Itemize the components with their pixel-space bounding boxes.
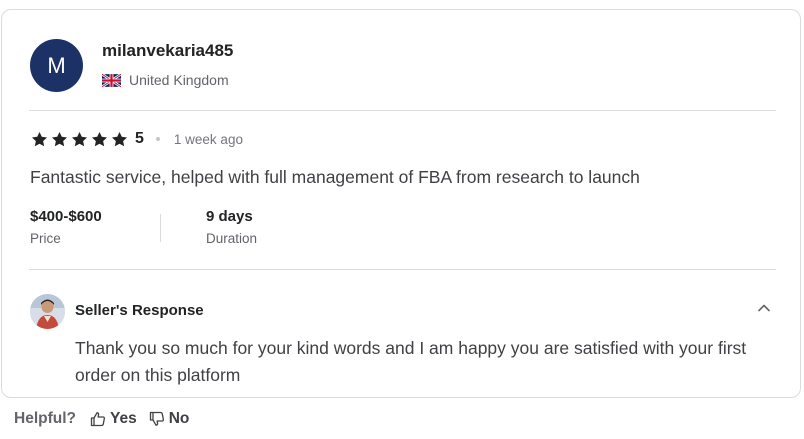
reviewer-country: United Kingdom [102, 72, 229, 88]
avatar[interactable]: M [30, 39, 83, 92]
duration-label: Duration [206, 231, 258, 246]
uk-flag-icon [102, 73, 121, 87]
thumbs-down-icon [149, 411, 164, 426]
rating-value: 5 [135, 130, 144, 147]
seller-photo-icon [30, 294, 65, 329]
star-rating [30, 130, 129, 149]
reviewer-username[interactable]: milanvekaria485 [102, 41, 233, 61]
star-icon [31, 131, 48, 146]
yes-label: Yes [110, 410, 137, 427]
price-block: $400-$600 Price [30, 208, 102, 246]
helpful-label: Helpful? [14, 410, 76, 427]
review-text: Fantastic service, helped with full mana… [30, 167, 640, 187]
review-time: 1 week ago [173, 131, 243, 147]
helpful-no-button[interactable]: No [149, 410, 190, 428]
country-name: United Kingdom [129, 72, 229, 88]
duration-block: 9 days Duration [206, 208, 257, 246]
star-icon [51, 131, 68, 146]
thumbs-up-icon [90, 412, 105, 427]
chevron-up-icon[interactable] [756, 300, 772, 316]
meta-divider [160, 214, 161, 242]
duration-value: 9 days [206, 208, 253, 225]
star-icon [91, 131, 108, 146]
avatar-initial: M [47, 52, 66, 78]
seller-avatar[interactable] [30, 294, 65, 329]
seller-response-title: Seller's Response [75, 302, 204, 319]
star-icon [111, 131, 128, 146]
price-label: Price [30, 231, 61, 246]
separator-dot [155, 137, 160, 141]
rating-row: 5 1 week ago [30, 129, 243, 149]
star-icon [71, 131, 88, 146]
divider [29, 110, 776, 111]
seller-response-text: Thank you so much for your kind words an… [75, 338, 747, 385]
helpful-yes-button[interactable]: Yes [90, 410, 137, 428]
divider [29, 269, 776, 270]
helpful-row: Helpful? Yes No [14, 410, 189, 428]
no-label: No [168, 410, 190, 427]
review-card: M milanvekaria485 United Kingdom 5 1 wee… [1, 9, 801, 398]
price-value: $400-$600 [30, 208, 102, 225]
